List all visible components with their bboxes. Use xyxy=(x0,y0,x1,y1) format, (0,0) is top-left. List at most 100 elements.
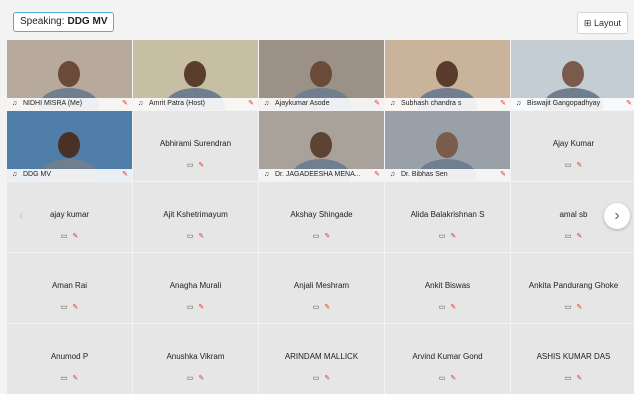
participant-name: Ajay Kumar xyxy=(552,139,595,148)
video-off-icon: ▭ xyxy=(186,162,194,169)
video-name-label: ♫ DDG MV ✎ xyxy=(7,169,132,181)
meeting-topbar: Speaking: DDG MV ⊞ Layout xyxy=(0,0,634,40)
video-off-icon: ▭ xyxy=(564,162,572,169)
layout-button[interactable]: ⊞ Layout xyxy=(576,12,628,34)
participant-name: ARINDAM MALLICK xyxy=(284,352,359,361)
participant-name: Amrit Patra (Host) xyxy=(149,100,206,107)
participant-tile[interactable]: Anjali Meshram ▭ ✎ xyxy=(259,253,384,323)
participant-tile[interactable]: ARINDAM MALLICK ▭ ✎ xyxy=(259,324,384,394)
video-name-label: ♫ Dr. Bibhas Sen ✎ xyxy=(385,169,510,181)
video-off-icon: ▭ xyxy=(438,304,446,311)
video-tile[interactable]: ♫ Dr. JAGADEESHA MENA... ✎ xyxy=(259,111,384,181)
mic-off-icon: ✎ xyxy=(248,100,254,107)
video-name-label: ♫ Amrit Patra (Host) ✎ xyxy=(133,98,258,110)
speaking-prefix: Speaking: xyxy=(20,16,65,27)
video-off-icon: ▭ xyxy=(312,233,320,240)
participant-name: Aman Rai xyxy=(51,281,88,290)
mic-off-icon: ✎ xyxy=(72,375,79,382)
participant-status: ▭ ✎ xyxy=(511,161,634,169)
audio-icon: ♫ xyxy=(263,171,270,178)
participant-name: Biswajit Gangopadhyay xyxy=(527,100,601,107)
participant-tile[interactable]: Anagha Murali ▭ ✎ xyxy=(133,253,258,323)
participant-name: Alida Balakrishnan S xyxy=(410,210,485,219)
participant-name: Anagha Murali xyxy=(169,281,222,290)
video-off-icon: ▭ xyxy=(438,375,446,382)
mic-off-icon: ✎ xyxy=(324,233,331,240)
video-tile[interactable]: ♫ Subhash chandra s ✎ xyxy=(385,40,510,110)
participant-status: ▭ ✎ xyxy=(385,232,510,240)
participant-status: ▭ ✎ xyxy=(259,232,384,240)
participant-status: ▭ ✎ xyxy=(259,374,384,382)
participant-status: ▭ ✎ xyxy=(259,303,384,311)
participant-name: Ajaykumar Asode xyxy=(275,100,330,107)
participant-tile[interactable]: Ajit Kshetrimayum ▭ ✎ xyxy=(133,182,258,252)
participant-tile[interactable]: Alida Balakrishnan S ▭ ✎ xyxy=(385,182,510,252)
audio-icon: ♫ xyxy=(515,100,522,107)
participant-tile[interactable]: Anumod P ▭ ✎ xyxy=(7,324,132,394)
video-off-icon: ▭ xyxy=(60,233,68,240)
video-tile[interactable]: ♫ Dr. Bibhas Sen ✎ xyxy=(385,111,510,181)
participant-tile[interactable]: ASHIS KUMAR DAS ▭ ✎ xyxy=(511,324,634,394)
video-off-icon: ▭ xyxy=(564,304,572,311)
mic-off-icon: ✎ xyxy=(450,304,457,311)
audio-icon: ♫ xyxy=(389,100,396,107)
participant-name: ASHIS KUMAR DAS xyxy=(536,352,611,361)
participant-tile[interactable]: Ajay Kumar ▭ ✎ xyxy=(511,111,634,181)
participant-name: Subhash chandra s xyxy=(401,100,462,107)
video-tile[interactable]: ♫ NIDHI MISRA (Me) ✎ xyxy=(7,40,132,110)
mic-off-icon: ✎ xyxy=(500,100,506,107)
video-name-label: ♫ Ajaykumar Asode ✎ xyxy=(259,98,384,110)
participant-name: Ankita Pandurang Ghoke xyxy=(528,281,619,290)
chevron-left-icon[interactable]: ‹ xyxy=(8,203,34,229)
mic-off-icon: ✎ xyxy=(198,162,205,169)
mic-off-icon: ✎ xyxy=(122,171,128,178)
participant-status: ▭ ✎ xyxy=(385,303,510,311)
participant-tile[interactable]: Abhirami Surendran ▭ ✎ xyxy=(133,111,258,181)
layout-button-label: Layout xyxy=(593,18,621,28)
participant-name: Anjali Meshram xyxy=(293,281,350,290)
participant-tile[interactable]: Anushka Vikram ▭ ✎ xyxy=(133,324,258,394)
participant-status: ▭ ✎ xyxy=(385,374,510,382)
chevron-right-icon[interactable]: › xyxy=(604,203,630,229)
video-off-icon: ▭ xyxy=(186,304,194,311)
active-speaker-name: DDG MV xyxy=(67,16,108,27)
participant-status: ▭ ✎ xyxy=(133,232,258,240)
audio-icon: ♫ xyxy=(11,171,18,178)
video-name-label: ♫ Biswajit Gangopadhyay ✎ xyxy=(511,98,634,110)
participant-tile[interactable]: Arvind Kumar Gond ▭ ✎ xyxy=(385,324,510,394)
video-off-icon: ▭ xyxy=(186,375,194,382)
participant-status: ▭ ✎ xyxy=(133,374,258,382)
participant-name: Dr. Bibhas Sen xyxy=(401,171,448,178)
participant-name: DDG MV xyxy=(23,171,51,178)
video-name-label: ♫ Subhash chandra s ✎ xyxy=(385,98,510,110)
participant-tile[interactable]: Ankita Pandurang Ghoke ▭ ✎ xyxy=(511,253,634,323)
video-off-icon: ▭ xyxy=(186,233,194,240)
participant-name: Anumod P xyxy=(50,352,89,361)
video-tile[interactable]: ♫ Biswajit Gangopadhyay ✎ xyxy=(511,40,634,110)
mic-off-icon: ✎ xyxy=(450,233,457,240)
mic-off-icon: ✎ xyxy=(198,304,205,311)
participant-name: Abhirami Surendran xyxy=(159,139,232,148)
mic-off-icon: ✎ xyxy=(576,375,583,382)
video-tile[interactable]: ♫ Ajaykumar Asode ✎ xyxy=(259,40,384,110)
participant-status: ▭ ✎ xyxy=(133,161,258,169)
mic-off-icon: ✎ xyxy=(576,233,583,240)
video-tile[interactable]: ♫ Amrit Patra (Host) ✎ xyxy=(133,40,258,110)
video-tile-active-speaker[interactable]: ♫ DDG MV ✎ xyxy=(7,111,132,181)
participant-status: ▭ ✎ xyxy=(511,374,634,382)
mic-off-icon: ✎ xyxy=(324,304,331,311)
participant-status: ▭ ✎ xyxy=(7,232,132,240)
active-speaker-indicator: Speaking: DDG MV xyxy=(13,12,115,32)
participant-name: NIDHI MISRA (Me) xyxy=(23,100,83,107)
participant-tile[interactable]: Ankit Biswas ▭ ✎ xyxy=(385,253,510,323)
participant-name: Arvind Kumar Gond xyxy=(412,352,483,361)
participant-tile[interactable]: Aman Rai ▭ ✎ xyxy=(7,253,132,323)
participant-name: Akshay Shingade xyxy=(290,210,353,219)
participant-tile[interactable]: Akshay Shingade ▭ ✎ xyxy=(259,182,384,252)
mic-off-icon: ✎ xyxy=(576,304,583,311)
participant-status: ▭ ✎ xyxy=(7,303,132,311)
mic-off-icon: ✎ xyxy=(374,100,380,107)
grid-icon: ⊞ xyxy=(583,18,592,28)
video-name-label: ♫ NIDHI MISRA (Me) ✎ xyxy=(7,98,132,110)
mic-off-icon: ✎ xyxy=(500,171,506,178)
